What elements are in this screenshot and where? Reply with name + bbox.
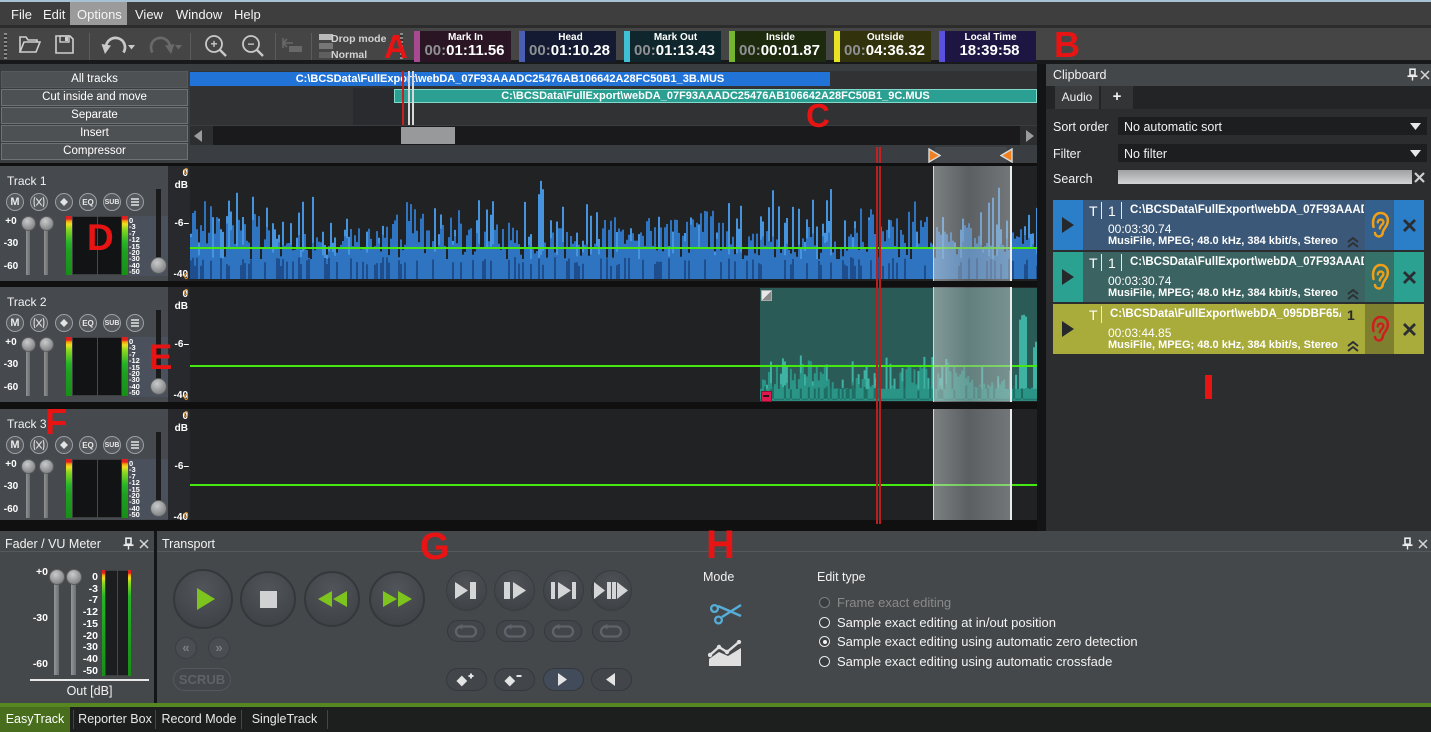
- svg-text:−: −: [247, 37, 254, 51]
- svg-text:+: +: [210, 37, 217, 51]
